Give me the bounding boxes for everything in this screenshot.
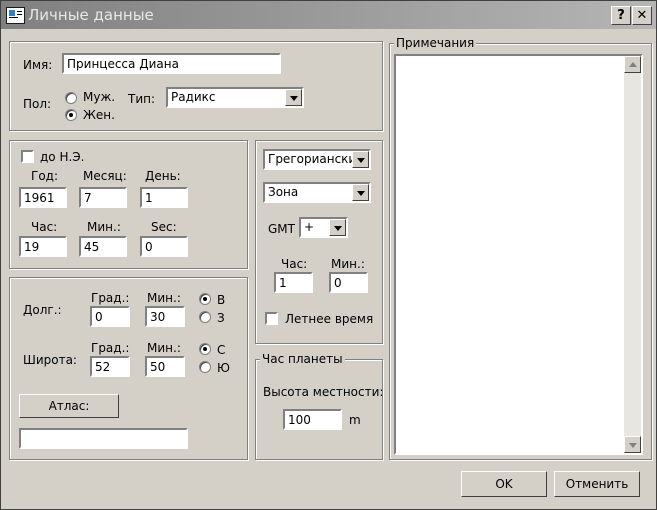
tz-hour-input[interactable]: 1 — [274, 272, 313, 293]
year-input[interactable]: 1961 — [19, 187, 67, 208]
month-input[interactable]: 7 — [79, 187, 127, 208]
bc-label: до Н.Э. — [40, 150, 85, 164]
cancel-button[interactable]: Отменить — [554, 471, 640, 497]
longitude-label: Долг.: — [23, 303, 62, 317]
gmt-sign-value: + — [304, 220, 315, 234]
second-label: Sec: — [151, 220, 177, 234]
west-label: З — [217, 311, 225, 325]
minute-input[interactable]: 45 — [79, 236, 127, 257]
tz-hour-label: Час: — [281, 257, 308, 271]
hour-label: Час: — [31, 220, 58, 234]
sex-label: Пол: — [23, 97, 52, 111]
west-radio[interactable] — [199, 311, 211, 323]
east-label: В — [217, 293, 226, 307]
type-select[interactable]: Радикс — [166, 87, 304, 108]
lat-min-label: Мин.: — [147, 341, 181, 355]
north-label: С — [217, 343, 226, 357]
lat-deg-label: Град.: — [91, 341, 130, 355]
ok-button[interactable]: OK — [461, 471, 547, 497]
gmt-label: GMT — [268, 222, 295, 236]
name-label: Имя: — [23, 58, 53, 72]
chevron-down-icon[interactable] — [329, 219, 346, 236]
lat-min-input[interactable]: 50 — [145, 356, 185, 377]
help-button[interactable]: ? — [611, 6, 631, 25]
minute-label: Мин.: — [87, 220, 121, 234]
atlas-input[interactable] — [19, 428, 188, 449]
type-label: Тип: — [128, 92, 156, 106]
chevron-down-icon[interactable] — [352, 184, 369, 201]
sex-female-radio[interactable] — [65, 109, 77, 121]
dst-label: Летнее время — [285, 312, 374, 326]
atlas-button[interactable]: Атлас: — [19, 394, 119, 418]
sex-female-label: Жен. — [83, 108, 115, 122]
day-label: День: — [145, 169, 181, 183]
notes-legend: Примечания — [394, 36, 477, 50]
hour-input[interactable]: 19 — [19, 236, 67, 257]
zone-select[interactable]: Зона — [263, 182, 371, 203]
second-input[interactable]: 0 — [140, 236, 188, 257]
type-value: Радикс — [171, 90, 216, 104]
chevron-down-icon[interactable] — [352, 151, 369, 168]
long-deg-label: Град.: — [91, 291, 130, 305]
south-label: Ю — [217, 361, 230, 375]
dst-checkbox[interactable] — [265, 312, 278, 325]
latitude-label: Широта: — [23, 353, 77, 367]
title-bar: Личные данные ? ✕ — [1, 1, 656, 29]
chevron-down-icon[interactable] — [285, 89, 302, 106]
north-radio[interactable] — [199, 343, 211, 355]
calendar-select[interactable]: Грегорианский — [263, 149, 371, 170]
name-input[interactable]: Принцесса Диана — [62, 53, 281, 74]
east-radio[interactable] — [199, 293, 211, 305]
gmt-sign-select[interactable]: + — [299, 217, 348, 238]
south-radio[interactable] — [199, 361, 211, 373]
year-label: Год: — [31, 169, 58, 183]
zone-value: Зона — [268, 185, 299, 199]
bc-checkbox[interactable] — [21, 150, 34, 163]
close-button[interactable]: ✕ — [632, 6, 652, 25]
altitude-label: Высота местности: — [263, 385, 384, 399]
altitude-input[interactable]: 100 — [283, 409, 342, 430]
long-min-label: Мин.: — [147, 291, 181, 305]
sex-male-label: Муж. — [83, 90, 116, 104]
personal-data-dialog: Личные данные ? ✕ Имя: Принцесса Диана П… — [0, 0, 657, 510]
notes-textarea[interactable] — [394, 54, 643, 455]
planet-hour-legend: Час планеты — [260, 352, 345, 366]
app-icon — [6, 7, 25, 24]
window-title: Личные данные — [28, 6, 154, 24]
lat-deg-input[interactable]: 52 — [90, 356, 130, 377]
scroll-up-icon[interactable] — [624, 56, 641, 73]
sex-male-radio[interactable] — [65, 92, 77, 104]
altitude-unit: m — [349, 413, 361, 427]
calendar-value: Грегорианский — [268, 152, 352, 166]
day-input[interactable]: 1 — [140, 187, 188, 208]
scroll-down-icon[interactable] — [624, 436, 641, 453]
tz-minute-input[interactable]: 0 — [329, 272, 368, 293]
tz-minute-label: Мин.: — [331, 257, 365, 271]
month-label: Месяц: — [83, 169, 127, 183]
long-min-input[interactable]: 30 — [145, 306, 185, 327]
long-deg-input[interactable]: 0 — [90, 306, 130, 327]
notes-scrollbar[interactable] — [624, 56, 641, 453]
